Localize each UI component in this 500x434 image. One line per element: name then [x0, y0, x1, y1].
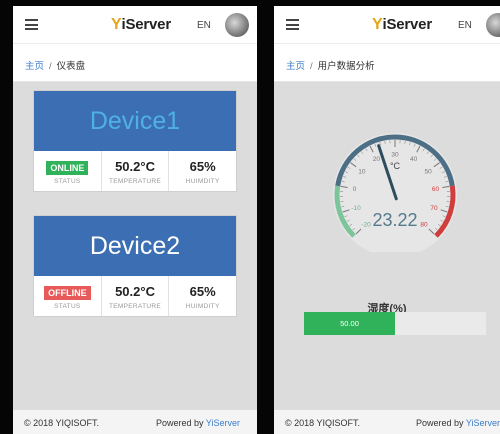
language-switch[interactable]: EN: [458, 20, 472, 31]
page-footer: © 2018 YIQISOFT. Powered by YiServer: [274, 409, 500, 434]
temperature-value: 50.2°C: [115, 283, 155, 299]
humidity-value: 65%: [189, 283, 216, 299]
humidity-label: HUIMDITY: [185, 177, 220, 185]
status-badge: OFFLINE: [44, 285, 91, 300]
temperature-value: 50.2°C: [115, 158, 155, 174]
app-logo[interactable]: YiServer: [372, 16, 432, 34]
temperature-stat: 50.2°C TEMPERATURE: [100, 276, 169, 316]
gauge-value: 23.22: [372, 210, 417, 230]
temperature-gauge: -20 -10 0 10 20 30 40 50 60 70 80 °C 23.22: [333, 133, 457, 252]
humidity-stat: 65% HUIMDITY: [168, 276, 236, 316]
page-footer: © 2018 YIQISOFT. Powered by YiServer: [13, 409, 257, 434]
gauge-tick-label: 10: [358, 168, 366, 175]
screenshot-stage: YiServer EN 主页 / 仪表盘 Device1 ONLINE STATUS…: [0, 0, 500, 434]
gauge-tick-label: 50: [425, 168, 433, 175]
powered-by-text: Powered by YiServer: [416, 418, 500, 428]
gauge-tick-label: 80: [420, 221, 428, 228]
gauge-tick-label: 60: [432, 186, 440, 193]
humidity-value: 65%: [189, 158, 216, 174]
status-badge: ONLINE: [46, 160, 89, 175]
device-card-1[interactable]: Device1 ONLINE STATUS 50.2°C TEMPERATURE…: [33, 90, 237, 192]
humidity-progress-label: 50.00: [340, 319, 359, 328]
top-navbar: YiServer EN: [13, 6, 257, 44]
temperature-stat: 50.2°C TEMPERATURE: [100, 151, 169, 191]
avatar[interactable]: [225, 13, 249, 37]
top-navbar: YiServer EN: [274, 6, 500, 44]
powered-by-link[interactable]: YiServer: [466, 418, 500, 428]
device-stats: ONLINE STATUS 50.2°C TEMPERATURE 65% HUI…: [34, 151, 236, 191]
device-stats: OFFLINE STATUS 50.2°C TEMPERATURE 65% HU…: [34, 276, 236, 316]
gauge-tick-label: 40: [410, 156, 418, 163]
powered-by-link[interactable]: YiServer: [206, 418, 240, 428]
gauge-tick-label: 0: [353, 186, 357, 193]
gauge-tick-label: 20: [373, 156, 381, 163]
language-switch[interactable]: EN: [197, 20, 211, 31]
app-logo[interactable]: YiServer: [111, 16, 171, 34]
device-card-2[interactable]: Device2 OFFLINE STATUS 50.2°C TEMPERATUR…: [33, 215, 237, 317]
gauge-tick-label: -10: [351, 205, 361, 212]
breadcrumb-home-link[interactable]: 主页: [25, 61, 44, 72]
breadcrumb-current: 用户数据分析: [317, 61, 375, 72]
copyright-text: © 2018 YIQISOFT.: [24, 418, 99, 428]
device-name-banner: Device1: [34, 91, 236, 151]
humidity-progress-fill: 50.00: [304, 312, 395, 335]
status-stat: OFFLINE STATUS: [34, 276, 101, 316]
status-label: STATUS: [54, 302, 81, 310]
dashboard-screen: YiServer EN 主页 / 仪表盘 Device1 ONLINE STATUS…: [13, 6, 257, 434]
breadcrumb: 主页 / 仪表盘: [13, 44, 257, 82]
breadcrumb-separator: /: [310, 61, 313, 72]
powered-by-text: Powered by YiServer: [156, 418, 241, 428]
temperature-label: TEMPERATURE: [109, 177, 161, 185]
breadcrumb: 主页 / 用户数据分析: [274, 44, 500, 82]
gauge-unit: °C: [390, 161, 401, 171]
humidity-progress: 50.00: [304, 312, 486, 335]
device-name-banner: Device2: [34, 216, 236, 276]
breadcrumb-home-link[interactable]: 主页: [286, 61, 305, 72]
gauge-tick-label: 70: [430, 205, 438, 212]
menu-icon[interactable]: [25, 19, 38, 30]
analysis-screen: YiServer EN 主页 / 用户数据分析 -20 -10 0 10 20 30 40 50 6…: [274, 6, 500, 434]
status-stat: ONLINE STATUS: [34, 151, 101, 191]
breadcrumb-separator: /: [49, 61, 52, 72]
status-label: STATUS: [54, 177, 81, 185]
humidity-stat: 65% HUIMDITY: [168, 151, 236, 191]
device-name: Device2: [89, 231, 181, 260]
gauge-tick-label: -20: [361, 221, 371, 228]
breadcrumb-current: 仪表盘: [56, 61, 86, 72]
gauge-tick-label: 30: [391, 152, 399, 159]
temperature-label: TEMPERATURE: [109, 302, 161, 310]
humidity-label: HUIMDITY: [185, 302, 220, 310]
menu-icon[interactable]: [286, 19, 299, 30]
copyright-text: © 2018 YIQISOFT.: [285, 418, 360, 428]
avatar[interactable]: [486, 13, 500, 37]
device-name: Device1: [89, 106, 181, 135]
